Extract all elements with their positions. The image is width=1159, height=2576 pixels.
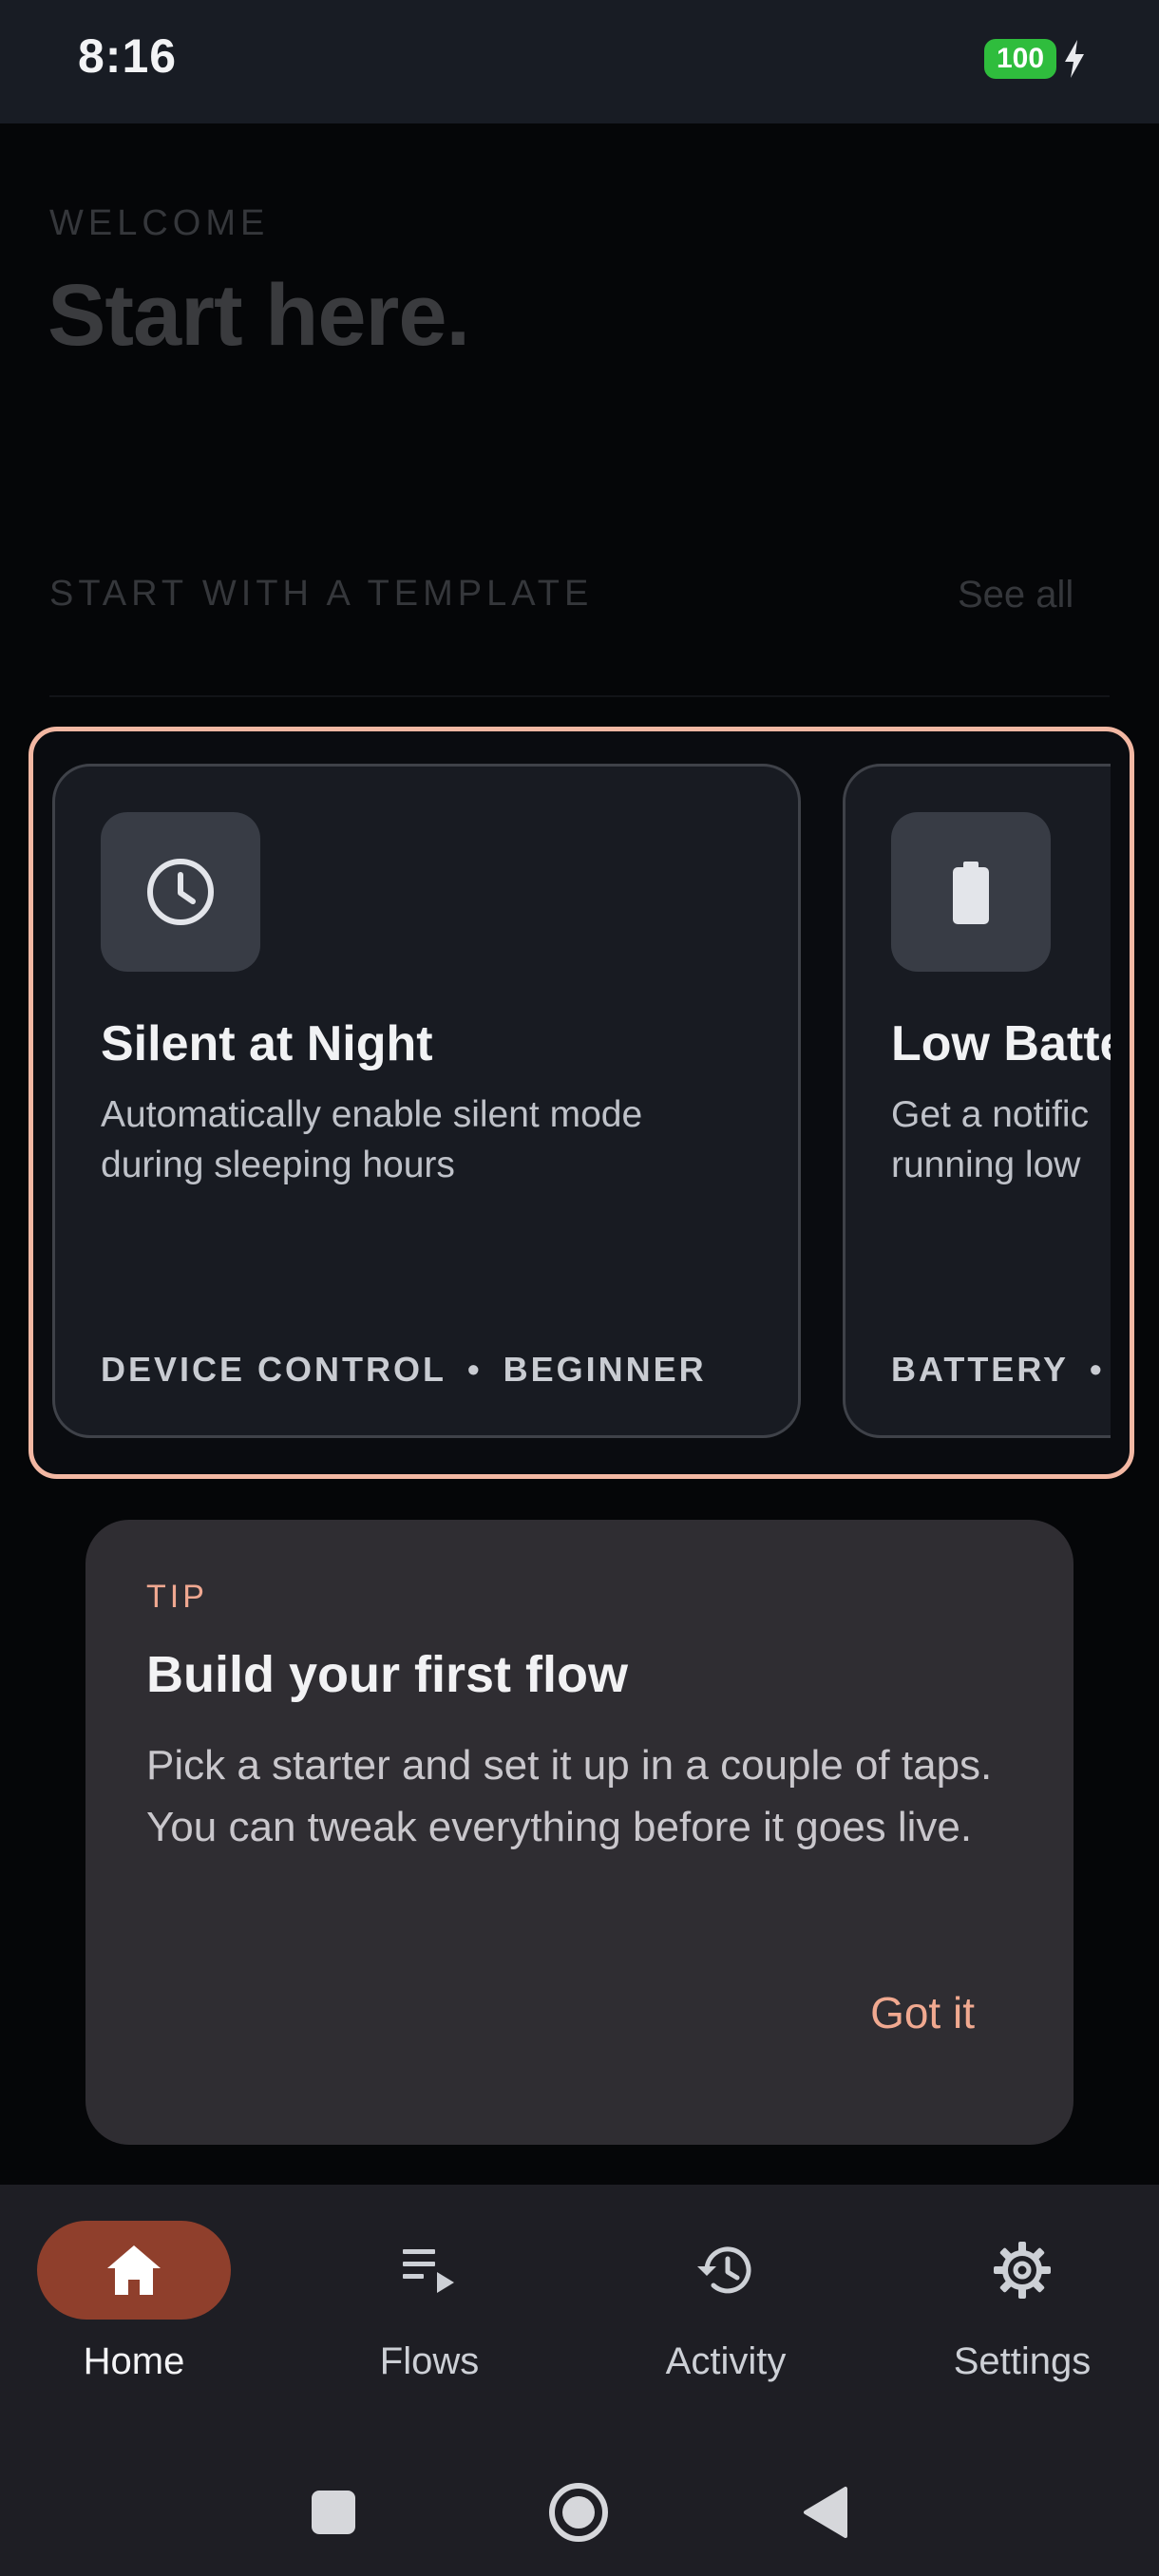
template-carousel-highlight[interactable]: Silent at Night Automatically enable sil… <box>28 727 1134 1479</box>
charging-bolt-icon <box>1065 40 1084 78</box>
nav-item-settings[interactable]: Settings <box>899 2221 1146 2392</box>
template-card-silent-at-night[interactable]: Silent at Night Automatically enable sil… <box>52 764 801 1438</box>
card-level: BEGINNER <box>503 1350 707 1389</box>
battery-icon <box>953 862 989 924</box>
nav-label: Flows <box>379 2340 480 2382</box>
see-all-link[interactable]: See all <box>958 574 1074 616</box>
card-description: Get a notific running low <box>891 1094 1090 1185</box>
home-icon <box>107 2245 161 2295</box>
card-title: Silent at Night <box>101 1016 433 1071</box>
recents-square-icon[interactable] <box>300 2479 367 2546</box>
home-circle-icon[interactable] <box>545 2479 612 2546</box>
history-icon <box>697 2246 751 2294</box>
playlist-icon <box>403 2249 454 2293</box>
meta-separator: • <box>467 1350 483 1389</box>
card-icon-tile <box>101 812 260 972</box>
page-title: Start here. <box>48 267 470 364</box>
section-divider <box>49 695 1110 697</box>
system-navigation-bar <box>0 2441 1159 2576</box>
back-triangle-icon[interactable] <box>792 2479 859 2546</box>
nav-item-flows[interactable]: Flows <box>306 2221 553 2392</box>
tip-body: Pick a starter and set it up in a couple… <box>146 1742 993 1850</box>
tip-label: TIP <box>146 1579 208 1615</box>
template-carousel[interactable]: Silent at Night Automatically enable sil… <box>52 731 1111 1474</box>
nav-label: Home <box>83 2340 185 2382</box>
card-icon-tile <box>891 812 1051 972</box>
nav-label: Activity <box>665 2340 787 2382</box>
nav-item-home[interactable]: Home <box>10 2221 257 2392</box>
card-meta: BATTERY • <box>891 1350 1111 1390</box>
card-meta: DEVICE CONTROL • BEGINNER <box>101 1350 707 1390</box>
tip-card: TIP Build your first flow Pick a starter… <box>86 1520 1074 2145</box>
section-label-templates: START WITH A TEMPLATE <box>49 574 594 614</box>
card-category: BATTERY <box>891 1350 1069 1389</box>
tip-title: Build your first flow <box>146 1646 628 1703</box>
template-card-low-battery[interactable]: Low Batte Get a notific running low BATT… <box>843 764 1111 1438</box>
card-description: Automatically enable silent mode during … <box>101 1094 643 1185</box>
meta-separator: • <box>1090 1350 1105 1389</box>
battery-indicator: 100 <box>984 39 1056 79</box>
welcome-eyebrow: WELCOME <box>49 203 270 243</box>
card-category: DEVICE CONTROL <box>101 1350 447 1389</box>
status-bar: 8:16 100 <box>0 0 1159 123</box>
clock-icon <box>147 859 214 925</box>
gear-icon <box>994 2242 1051 2299</box>
card-title: Low Batte <box>891 1016 1111 1071</box>
nav-item-activity[interactable]: Activity <box>602 2221 849 2392</box>
nav-label: Settings <box>953 2340 1092 2382</box>
status-time: 8:16 <box>78 29 178 83</box>
got-it-button[interactable]: Got it <box>870 1987 975 2038</box>
